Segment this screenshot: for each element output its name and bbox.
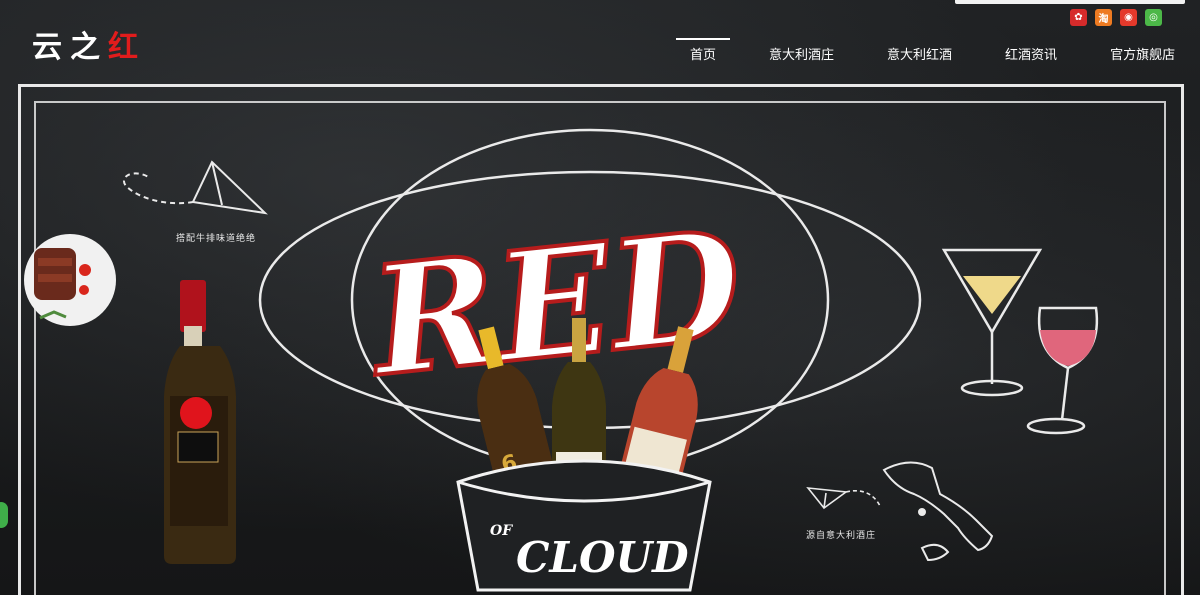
steak-plate-image [24,234,116,326]
italy-map-icon [882,461,994,562]
red-wine-glass-icon [1026,306,1099,435]
bucket-cloud-text: CLOUD [516,533,689,582]
wine-bottle-left-image [164,280,236,564]
bucket-of-text: OF [490,523,513,539]
paper-plane-small-icon [806,487,881,510]
chalk-note-left: 搭配牛排味道绝绝 [176,234,257,244]
side-chat-tab[interactable] [0,502,8,528]
martini-glass-icon [941,248,1043,397]
paper-plane-icon [123,160,268,215]
chalk-note-right: 源自意大利酒庄 [806,531,877,541]
hero-illustration: RED 6 OF CLOUD [24,128,1099,592]
page: 云之红 ✿ 淘 ◉ ◎ 首页 意大利酒庄 意大利红酒 红酒资讯 官方旗舰店 RE… [0,0,1200,595]
